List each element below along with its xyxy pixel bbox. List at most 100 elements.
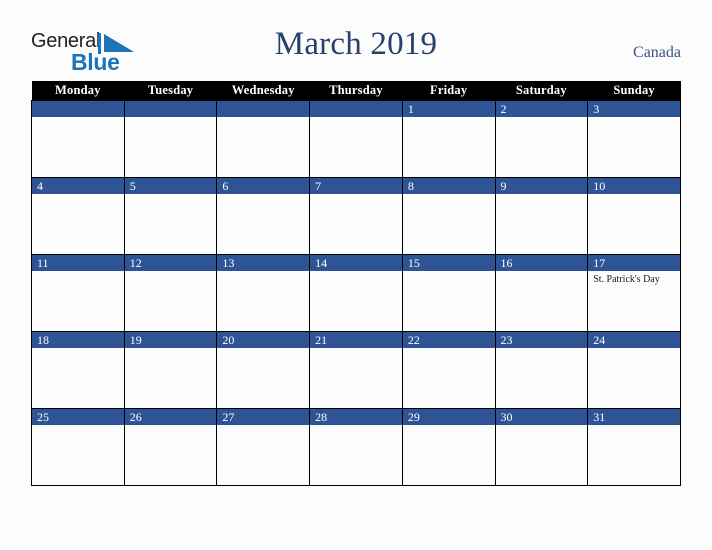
day-number: 10 (588, 178, 680, 194)
calendar-day-cell[interactable]: 23 (494, 331, 589, 409)
calendar-day-cell[interactable]: 28 (309, 408, 403, 486)
weekday-header-wednesday: Wednesday (216, 81, 310, 101)
calendar-day-cell[interactable]: 26 (123, 408, 218, 486)
day-number: 12 (124, 255, 217, 271)
day-cell-content: 18 (32, 332, 124, 408)
calendar-day-cell[interactable]: 6 (216, 177, 311, 255)
day-cell-content: 5 (124, 178, 217, 254)
day-number: 27 (217, 409, 310, 425)
day-cell-content: 10 (588, 178, 680, 254)
calendar-day-cell[interactable]: 27 (216, 408, 311, 486)
day-cell-content (124, 101, 217, 177)
day-cell-content: 21 (310, 332, 402, 408)
day-cell-content: 29 (402, 409, 495, 485)
day-number: 19 (124, 332, 217, 348)
calendar-empty-cell (31, 100, 125, 178)
calendar-day-cell[interactable]: 8 (401, 177, 496, 255)
calendar-day-cell[interactable]: 9 (494, 177, 589, 255)
day-number: 31 (588, 409, 680, 425)
weekday-header-sunday: Sunday (587, 81, 681, 101)
page-title: March 2019 (274, 26, 438, 62)
calendar-day-cell[interactable]: 5 (123, 177, 218, 255)
day-number: 11 (32, 255, 124, 271)
calendar-day-cell[interactable]: 19 (123, 331, 218, 409)
day-cell-content: 3 (588, 101, 680, 177)
day-number: 8 (402, 178, 495, 194)
day-number: 3 (588, 101, 680, 117)
day-number: 6 (217, 178, 310, 194)
day-number: 26 (124, 409, 217, 425)
day-number: 20 (217, 332, 310, 348)
weekday-header-saturday: Saturday (495, 81, 588, 101)
day-cell-content (217, 101, 310, 177)
calendar-day-cell[interactable]: 7 (309, 177, 403, 255)
calendar-day-cell[interactable]: 16 (494, 254, 589, 332)
weekday-header-tuesday: Tuesday (124, 81, 217, 101)
day-cell-content: 7 (310, 178, 402, 254)
calendar-day-cell[interactable]: 21 (309, 331, 403, 409)
day-cell-content (32, 101, 124, 177)
day-number: 4 (32, 178, 124, 194)
day-number: 9 (495, 178, 588, 194)
calendar-day-cell[interactable]: 2 (494, 100, 589, 178)
calendar-day-cell[interactable]: 3 (587, 100, 681, 178)
day-cell-content: 6 (217, 178, 310, 254)
calendar-day-cell[interactable]: 4 (31, 177, 125, 255)
calendar-week-row: 11 12 13 14 15 16 17 St. Patrick's Day (31, 254, 681, 332)
day-cell-content: 14 (310, 255, 402, 331)
day-cell-content: 27 (217, 409, 310, 485)
page-header: General Blue March 2019 Canada (0, 0, 712, 80)
day-cell-content: 17 St. Patrick's Day (588, 255, 680, 331)
day-cell-content: 1 (402, 101, 495, 177)
day-cell-content: 25 (32, 409, 124, 485)
day-cell-content: 4 (32, 178, 124, 254)
day-number: 16 (495, 255, 588, 271)
calendar-day-cell[interactable]: 30 (494, 408, 589, 486)
day-cell-content: 22 (402, 332, 495, 408)
day-number: 29 (402, 409, 495, 425)
day-cell-content: 31 (588, 409, 680, 485)
day-cell-content: 28 (310, 409, 402, 485)
calendar-day-cell[interactable]: 15 (401, 254, 496, 332)
calendar-week-row: 25 26 27 28 29 30 31 (31, 408, 681, 486)
day-cell-content: 23 (495, 332, 588, 408)
day-cell-content: 12 (124, 255, 217, 331)
calendar-day-cell[interactable]: 11 (31, 254, 125, 332)
weekday-header-friday: Friday (402, 81, 496, 101)
holiday-label: St. Patrick's Day (593, 274, 660, 285)
day-cell-content: 20 (217, 332, 310, 408)
day-number: 18 (32, 332, 124, 348)
day-cell-content: 15 (402, 255, 495, 331)
calendar-day-cell[interactable]: 14 (309, 254, 403, 332)
day-number: 24 (588, 332, 680, 348)
calendar-day-cell[interactable]: 22 (401, 331, 496, 409)
day-number: 22 (402, 332, 495, 348)
day-number (32, 101, 124, 117)
calendar-day-cell[interactable]: 18 (31, 331, 125, 409)
country-label: Canada (633, 44, 681, 61)
calendar-week-row: 18 19 20 21 22 23 24 (31, 331, 681, 409)
day-cell-content: 24 (588, 332, 680, 408)
day-number: 28 (310, 409, 402, 425)
day-cell-content (310, 101, 402, 177)
calendar-day-cell[interactable]: 13 (216, 254, 311, 332)
day-number: 15 (402, 255, 495, 271)
day-cell-content: 26 (124, 409, 217, 485)
calendar-day-cell[interactable]: 24 (587, 331, 681, 409)
calendar-day-cell[interactable]: 25 (31, 408, 125, 486)
day-number: 5 (124, 178, 217, 194)
calendar-empty-cell (309, 100, 403, 178)
calendar-day-cell[interactable]: 20 (216, 331, 311, 409)
calendar-page: General Blue March 2019 Canada Monday Tu… (0, 0, 712, 550)
day-number: 13 (217, 255, 310, 271)
day-cell-content: 8 (402, 178, 495, 254)
day-number: 23 (495, 332, 588, 348)
calendar-day-cell[interactable]: 17 St. Patrick's Day (587, 254, 681, 332)
calendar-header-row: Monday Tuesday Wednesday Thursday Friday… (31, 81, 681, 101)
calendar-day-cell[interactable]: 12 (123, 254, 218, 332)
calendar-day-cell[interactable]: 1 (401, 100, 496, 178)
calendar-day-cell[interactable]: 10 (587, 177, 681, 255)
calendar-day-cell[interactable]: 31 (587, 408, 681, 486)
day-number: 7 (310, 178, 402, 194)
calendar-day-cell[interactable]: 29 (401, 408, 496, 486)
